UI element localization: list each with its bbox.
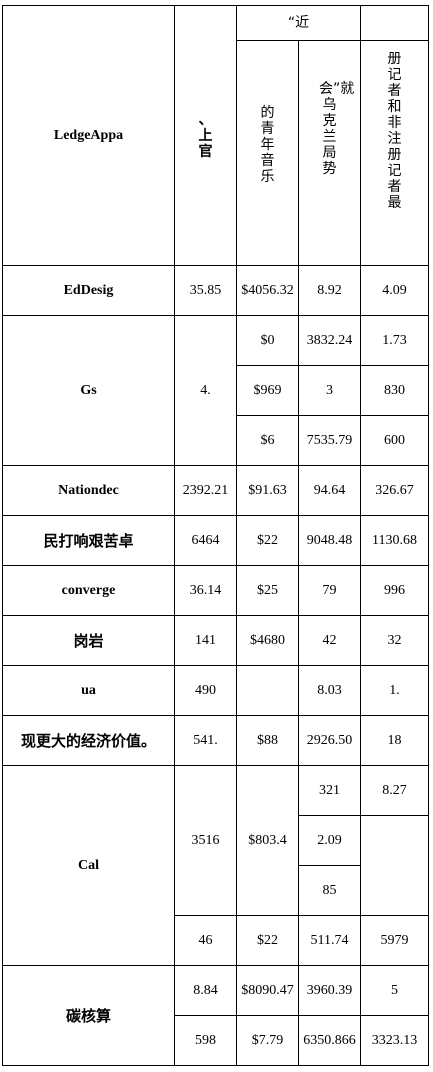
- row-label: Cal: [2, 765, 175, 966]
- header-col3: 会”就乌克兰局势: [297, 40, 362, 266]
- cell: [236, 665, 299, 716]
- cell: 3323.13: [360, 1015, 430, 1066]
- cell: 8.27: [360, 765, 430, 816]
- cell: 600: [360, 415, 430, 466]
- table-row: 岗岩 141 $4680 42 32: [2, 615, 430, 666]
- header-col1: 、上官: [174, 5, 237, 266]
- header-col4: 册记者和非注册记者最: [360, 40, 430, 266]
- table-row: 民打响艰苦卓 6464 $22 9048.48 1130.68: [2, 515, 430, 566]
- cell: $88: [236, 715, 299, 766]
- table-row: Gs 4. $0 3832.24 1.73: [2, 315, 430, 466]
- cell: 7535.79: [297, 415, 362, 466]
- cell: 541.: [174, 715, 237, 766]
- cell: $4056.32: [236, 265, 299, 316]
- row-label: 现更大的经济价值。: [2, 715, 175, 766]
- cell: 321: [297, 765, 362, 816]
- table-row: Nationdec 2392.21 $91.63 94.64 326.67: [2, 465, 430, 516]
- header-empty-top: [360, 5, 430, 41]
- cell: 2.09: [297, 815, 362, 866]
- table-row: converge 36.14 $25 79 996: [2, 565, 430, 616]
- cell: 36.14: [174, 565, 237, 616]
- cell: 2392.21: [174, 465, 237, 516]
- table-row: Cal 3516 $803.4 321 8.27: [2, 765, 430, 966]
- cell: $91.63: [236, 465, 299, 516]
- cell: $969: [236, 365, 299, 416]
- cell: 8.03: [297, 665, 362, 716]
- cell: 141: [174, 615, 237, 666]
- row-label: Nationdec: [2, 465, 175, 516]
- cell: [360, 815, 430, 916]
- cell: $803.4: [236, 765, 299, 916]
- cell: 326.67: [360, 465, 430, 516]
- cell: $22: [236, 915, 299, 966]
- cell: 1.73: [360, 315, 430, 366]
- row-label: 岗岩: [2, 615, 175, 666]
- cell: 3516: [174, 765, 237, 916]
- table-row: EdDesig 35.85 $4056.32 8.92 4.09: [2, 265, 430, 316]
- cell: 42: [297, 615, 362, 666]
- row-label: 民打响艰苦卓: [2, 515, 175, 566]
- cell: 2926.50: [297, 715, 362, 766]
- cell: 3832.24: [297, 315, 362, 366]
- table-row: 碳核算 8.84 $8090.47 3960.39 5: [2, 965, 430, 1066]
- cell: 32: [360, 615, 430, 666]
- header-col2: 的青年音乐: [236, 40, 299, 266]
- data-table: LedgeAppa 、上官 “近 的青年音乐 会”就乌克兰局势 册记者和非注册记…: [2, 5, 430, 1066]
- cell: 94.64: [297, 465, 362, 516]
- cell: 35.85: [174, 265, 237, 316]
- row-label: EdDesig: [2, 265, 175, 316]
- cell: 8.84: [174, 965, 237, 1016]
- header-span-top: “近: [235, 5, 362, 41]
- row-label: Gs: [2, 315, 175, 466]
- cell: 85: [297, 865, 362, 916]
- cell: 6350.866: [297, 1015, 362, 1066]
- cell: $0: [236, 315, 299, 366]
- row-label: ua: [2, 665, 175, 716]
- table-row: ua 490 8.03 1.: [2, 665, 430, 716]
- cell: $7.79: [236, 1015, 299, 1066]
- cell: $22: [236, 515, 299, 566]
- cell: 6464: [174, 515, 237, 566]
- cell: 4.09: [360, 265, 430, 316]
- cell: $6: [236, 415, 299, 466]
- cell: 79: [297, 565, 362, 616]
- cell: 996: [360, 565, 430, 616]
- cell: 4.: [174, 315, 237, 466]
- cell: 3960.39: [297, 965, 362, 1016]
- document-page: { "header": { "col0": "LedgeAppa", "col1…: [0, 0, 433, 1072]
- cell: 8.92: [297, 265, 362, 316]
- row-label: 碳核算: [2, 965, 175, 1066]
- header-label-cell: LedgeAppa: [2, 5, 175, 266]
- cell: $4680: [236, 615, 299, 666]
- cell: 3: [297, 365, 362, 416]
- cell: 18: [360, 715, 430, 766]
- cell: 1.: [360, 665, 430, 716]
- cell: 490: [174, 665, 237, 716]
- cell: 46: [174, 915, 237, 966]
- cell: 5979: [360, 915, 430, 966]
- cell: 5: [360, 965, 430, 1016]
- cell: 511.74: [297, 915, 362, 966]
- cell: 830: [360, 365, 430, 416]
- row-label: converge: [2, 565, 175, 616]
- cell: $25: [236, 565, 299, 616]
- table-row: 现更大的经济价值。 541. $88 2926.50 18: [2, 715, 430, 766]
- cell: 1130.68: [360, 515, 430, 566]
- cell: 9048.48: [297, 515, 362, 566]
- cell: 598: [174, 1015, 237, 1066]
- cell: $8090.47: [236, 965, 299, 1016]
